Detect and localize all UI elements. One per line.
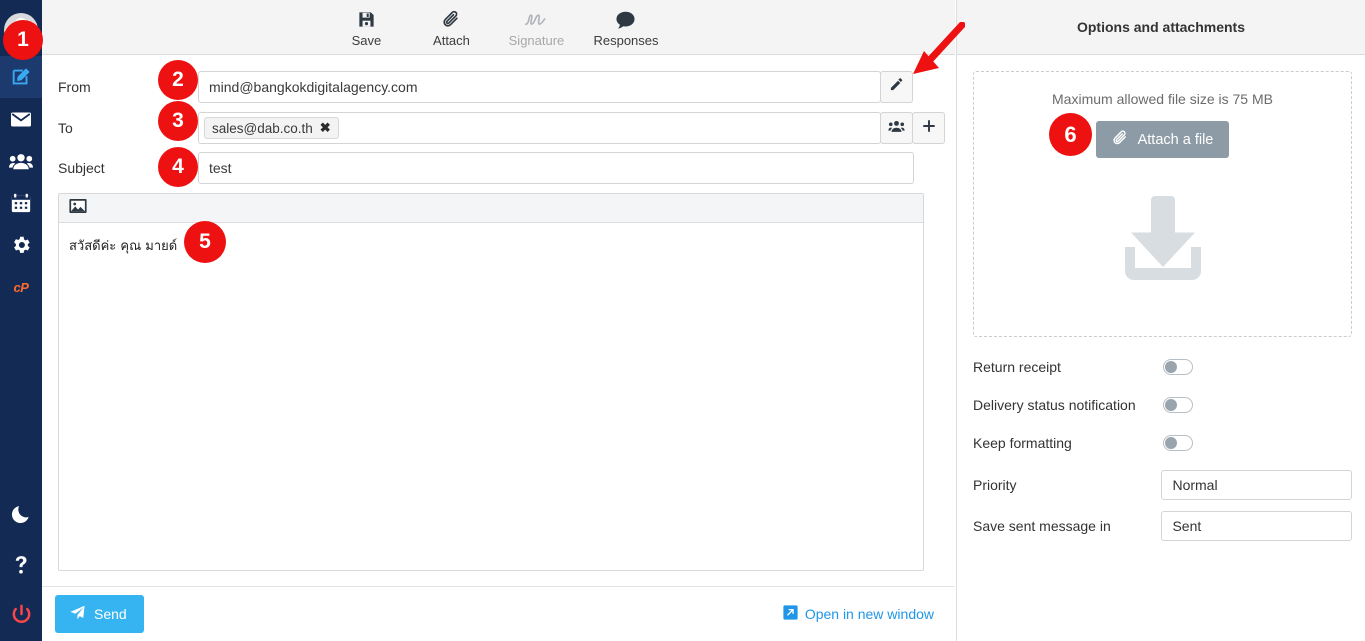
save-button[interactable]: Save bbox=[338, 7, 394, 48]
recipient-chip[interactable]: sales@dab.co.th ✖ bbox=[204, 117, 339, 139]
annotation-badge-3: 3 bbox=[158, 101, 198, 141]
annotation-badge-5: 5 bbox=[184, 221, 226, 263]
keep-formatting-toggle[interactable] bbox=[1163, 435, 1193, 451]
save-label: Save bbox=[351, 32, 382, 48]
responses-button[interactable]: Responses bbox=[593, 7, 659, 48]
contacts-icon bbox=[9, 151, 33, 171]
sidebar-item-calendar[interactable] bbox=[0, 182, 42, 224]
send-button[interactable]: Send bbox=[55, 595, 144, 633]
responses-label: Responses bbox=[593, 32, 659, 48]
plus-icon bbox=[921, 118, 937, 139]
contacts-small-icon bbox=[888, 119, 905, 138]
sidebar-item-settings[interactable] bbox=[0, 224, 42, 266]
sidebar-item-dark-mode[interactable] bbox=[0, 493, 42, 535]
floppy-disk-icon bbox=[357, 9, 376, 31]
keep-formatting-label: Keep formatting bbox=[973, 435, 1072, 451]
option-row-save-sent-message-in: Save sent message in Sent bbox=[973, 507, 1352, 545]
sidebar-item-logout[interactable] bbox=[0, 593, 42, 635]
pencil-icon bbox=[889, 77, 904, 97]
to-contacts-button[interactable] bbox=[880, 112, 913, 144]
max-file-size-text: Maximum allowed file size is 75 MB bbox=[1052, 91, 1273, 107]
attach-a-file-button[interactable]: Attach a file bbox=[1095, 121, 1230, 158]
save-sent-message-in-select[interactable]: Sent bbox=[1161, 511, 1352, 541]
options-panel-title: Options and attachments bbox=[957, 0, 1365, 55]
option-row-priority: Priority Normal bbox=[973, 466, 1352, 504]
subject-input[interactable]: test bbox=[198, 152, 914, 184]
delivery-status-notification-label: Delivery status notification bbox=[973, 397, 1136, 413]
sidebar-item-mail[interactable] bbox=[0, 98, 42, 140]
annotation-badge-2: 2 bbox=[158, 60, 198, 100]
toggle-knob bbox=[1165, 361, 1177, 373]
return-receipt-toggle[interactable] bbox=[1163, 359, 1193, 375]
close-icon[interactable]: ✖ bbox=[320, 120, 331, 136]
to-add-field-button[interactable] bbox=[912, 112, 945, 144]
signature-icon bbox=[524, 9, 548, 31]
open-in-new-window-label: Open in new window bbox=[804, 606, 934, 622]
attach-button[interactable]: Attach bbox=[423, 7, 479, 48]
insert-image-icon[interactable] bbox=[69, 198, 87, 219]
options-attachments-panel: Options and attachments Maximum allowed … bbox=[956, 0, 1365, 641]
paperclip-icon bbox=[442, 9, 461, 31]
send-label: Send bbox=[94, 606, 127, 622]
open-in-new-window-link[interactable]: Open in new window bbox=[783, 605, 934, 623]
moon-icon bbox=[10, 503, 32, 525]
speech-bubble-icon bbox=[615, 9, 636, 31]
editor-toolbar bbox=[59, 194, 923, 223]
power-icon bbox=[10, 603, 33, 626]
recipient-chip-label: sales@dab.co.th bbox=[212, 120, 313, 136]
calendar-icon bbox=[10, 192, 32, 214]
from-input[interactable]: mind@bangkokdigitalagency.com bbox=[198, 71, 881, 103]
compose-icon bbox=[10, 66, 32, 88]
option-row-delivery-status-notification: Delivery status notification bbox=[973, 386, 1352, 424]
option-row-keep-formatting: Keep formatting bbox=[973, 424, 1352, 462]
attachment-dropzone[interactable]: Maximum allowed file size is 75 MB Attac… bbox=[973, 71, 1352, 337]
attach-label: Attach bbox=[433, 32, 470, 48]
question-mark-icon bbox=[10, 554, 32, 576]
signature-label: Signature bbox=[508, 32, 565, 48]
annotation-badge-4: 4 bbox=[158, 147, 198, 187]
compose-mail-screen: cP Save Attach Signature Responses From … bbox=[0, 0, 1365, 641]
paperclip-small-icon bbox=[1112, 129, 1129, 151]
annotation-badge-1: 1 bbox=[3, 20, 43, 60]
annotation-badge-6: 6 bbox=[1049, 113, 1092, 156]
compose-footer: Send Open in new window bbox=[42, 586, 955, 641]
gear-icon bbox=[10, 234, 32, 256]
delivery-status-notification-toggle[interactable] bbox=[1163, 397, 1193, 413]
external-link-icon bbox=[783, 605, 798, 623]
annotation-arrow bbox=[905, 21, 966, 89]
main-sidebar: cP bbox=[0, 0, 42, 641]
return-receipt-label: Return receipt bbox=[973, 359, 1061, 375]
priority-select[interactable]: Normal bbox=[1161, 470, 1352, 500]
sidebar-item-cpanel[interactable]: cP bbox=[0, 266, 42, 308]
upload-tray-icon bbox=[1114, 192, 1212, 289]
attach-a-file-label: Attach a file bbox=[1137, 131, 1214, 148]
envelope-icon bbox=[9, 107, 33, 131]
toggle-knob bbox=[1165, 437, 1177, 449]
paper-plane-icon bbox=[69, 604, 86, 624]
save-sent-message-in-label: Save sent message in bbox=[973, 518, 1111, 534]
sidebar-item-contacts[interactable] bbox=[0, 140, 42, 182]
signature-button[interactable]: Signature bbox=[508, 7, 564, 48]
option-row-return-receipt: Return receipt bbox=[973, 348, 1352, 386]
cpanel-logo-icon: cP bbox=[13, 279, 29, 295]
toggle-knob bbox=[1165, 399, 1177, 411]
compose-toolbar: Save Attach Signature Responses bbox=[42, 0, 955, 55]
sidebar-item-compose[interactable] bbox=[0, 56, 42, 98]
sidebar-item-help[interactable] bbox=[0, 544, 42, 586]
priority-label: Priority bbox=[973, 477, 1017, 493]
to-input[interactable]: sales@dab.co.th ✖ bbox=[198, 112, 881, 144]
